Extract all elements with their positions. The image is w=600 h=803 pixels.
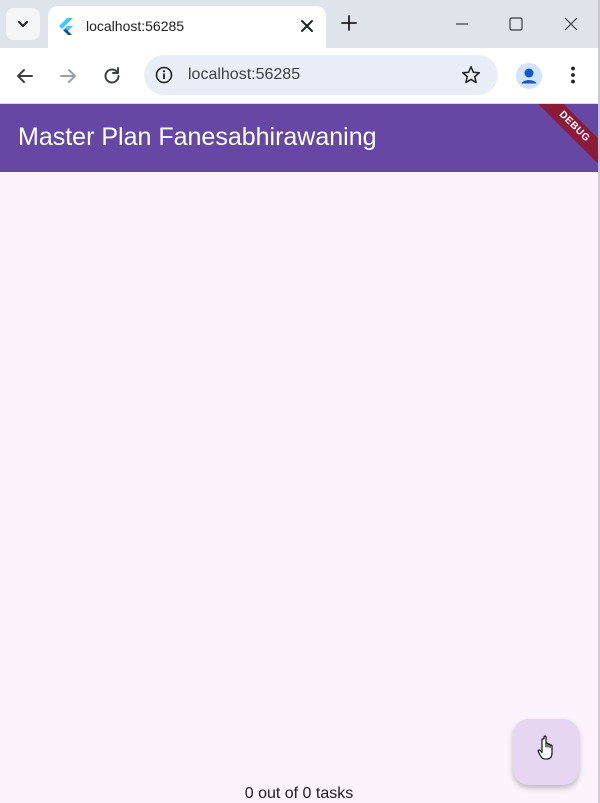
forward-icon[interactable]	[56, 64, 80, 88]
app-viewport: Master Plan Fanesabhirawaning DEBUG 0 ou…	[0, 104, 600, 803]
tab-strip: localhost:56285	[0, 0, 600, 48]
tab-search-button[interactable]	[6, 8, 40, 40]
task-count-text: 0 out of 0 tasks	[244, 785, 354, 802]
profile-button[interactable]	[516, 63, 542, 89]
minimize-icon[interactable]	[452, 14, 472, 34]
profile-icon	[521, 68, 537, 84]
more-vert-icon[interactable]	[562, 64, 584, 86]
info-icon[interactable]	[154, 65, 174, 85]
add-task-button[interactable]	[513, 719, 579, 785]
close-window-icon[interactable]	[561, 14, 581, 34]
hand-cursor-icon	[537, 735, 553, 760]
browser-toolbar: localhost:56285	[0, 48, 600, 104]
star-icon[interactable]	[460, 64, 482, 86]
close-icon[interactable]	[298, 17, 316, 35]
reload-icon[interactable]	[100, 64, 124, 88]
app-bar: Master Plan Fanesabhirawaning	[0, 104, 600, 172]
address-bar[interactable]: localhost:56285	[144, 55, 498, 95]
browser-tab[interactable]: localhost:56285	[48, 6, 326, 48]
flutter-icon	[59, 18, 73, 35]
tab-title: localhost:56285	[86, 18, 185, 34]
page-title: Master Plan Fanesabhirawaning	[18, 123, 377, 151]
chevron-down-icon	[18, 21, 28, 27]
address-url: localhost:56285	[188, 66, 301, 83]
plus-icon[interactable]	[338, 12, 360, 34]
maximize-icon[interactable]	[506, 14, 526, 34]
back-icon[interactable]	[13, 64, 37, 88]
